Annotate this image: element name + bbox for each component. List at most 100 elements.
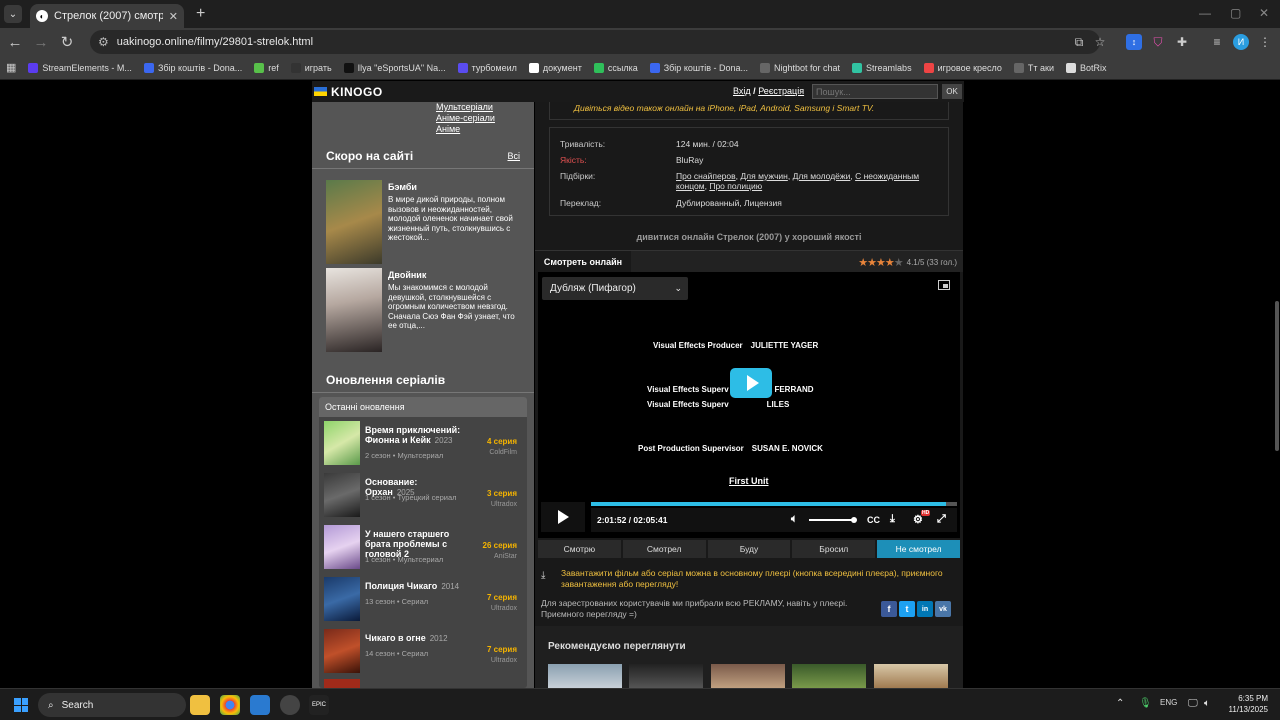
- captions-icon[interactable]: CC: [867, 515, 880, 525]
- series-name[interactable]: Полиция Чикаго 2014: [365, 581, 465, 592]
- category-link[interactable]: Аніме: [436, 124, 495, 135]
- close-tab-icon[interactable]: ✕: [169, 10, 178, 23]
- category-link[interactable]: Аніме-серіали: [436, 113, 495, 124]
- extensions-puzzle-icon[interactable]: ✚: [1174, 34, 1190, 50]
- video-player[interactable]: Дубляж (Пифагор) ⌄ Visual Effects Produce…: [538, 272, 960, 538]
- reload-icon[interactable]: ↻: [54, 33, 80, 51]
- media-control-icon[interactable]: ≡: [1209, 34, 1225, 50]
- bookmark-star-icon[interactable]: ☆: [1092, 34, 1108, 50]
- play-icon[interactable]: [541, 502, 585, 532]
- series-update-item[interactable]: У нашего старшего брата проблемы с голов…: [324, 525, 522, 571]
- rating-stars-icon[interactable]: ★★★★★: [858, 256, 903, 269]
- bookmark-item[interactable]: Тт аки: [1013, 62, 1054, 73]
- series-name[interactable]: Время приключений: Фионна и Кейк 2023: [365, 425, 465, 446]
- new-tab-icon[interactable]: +: [196, 5, 205, 23]
- bookmark-item[interactable]: Ilya "eSportsUA" Na...: [343, 62, 446, 73]
- page-scrollbar-thumb[interactable]: [1275, 301, 1279, 451]
- picture-in-picture-icon[interactable]: [938, 280, 950, 290]
- collection-link[interactable]: Про снайперов: [676, 171, 736, 181]
- recommend-thumbnail[interactable]: [711, 664, 785, 688]
- bookmark-item[interactable]: документ: [528, 62, 582, 73]
- site-search-input[interactable]: [812, 84, 938, 99]
- back-icon[interactable]: ←: [2, 34, 28, 51]
- bookmark-item[interactable]: ссылка: [593, 62, 638, 73]
- photos-icon[interactable]: [250, 695, 270, 715]
- status-tab-dropped[interactable]: Бросил: [792, 540, 876, 558]
- minimize-icon[interactable]: —: [1199, 6, 1211, 20]
- clock[interactable]: 6:35 PM 11/13/2025: [1224, 693, 1268, 715]
- address-bar[interactable]: ⚙ uakinogo.online/filmy/29801-strelok.ht…: [90, 30, 1100, 54]
- maximize-icon[interactable]: ▢: [1230, 6, 1241, 20]
- recommend-thumbnail[interactable]: [548, 664, 622, 688]
- extension-shield-icon[interactable]: ⛉: [1150, 34, 1166, 50]
- bookmark-item[interactable]: турбомеил: [457, 62, 517, 73]
- soon-item[interactable]: Двойник Мы знакомимся с молодой девушкой…: [326, 268, 526, 352]
- soon-all-link[interactable]: Всі: [507, 151, 520, 161]
- login-link[interactable]: Вхід: [733, 86, 751, 96]
- vk-icon[interactable]: vk: [935, 601, 951, 617]
- linkedin-icon[interactable]: in: [917, 601, 933, 617]
- recommend-thumbnail[interactable]: [629, 664, 703, 688]
- soon-item[interactable]: Бэмби В мире дикой природы, полном вызов…: [326, 180, 526, 264]
- series-name[interactable]: Чикаго в огне 2012: [365, 633, 465, 644]
- network-icon[interactable]: 🖵︎: [1188, 698, 1198, 709]
- download-icon[interactable]: ⤓: [890, 513, 895, 526]
- profile-avatar-icon[interactable]: И: [1233, 34, 1249, 50]
- recommend-thumbnail[interactable]: [874, 664, 948, 688]
- search-ok-button[interactable]: OK: [942, 84, 962, 99]
- settings-gear-icon[interactable]: ⚙ HD: [913, 510, 931, 526]
- big-play-button[interactable]: [730, 368, 772, 398]
- bookmark-item[interactable]: Nightbot for chat: [760, 62, 840, 73]
- apps-grid-icon[interactable]: ▦: [6, 61, 16, 74]
- facebook-icon[interactable]: f: [881, 601, 897, 617]
- tray-chevron-icon[interactable]: ⌃: [1116, 698, 1124, 709]
- app-icon[interactable]: [280, 695, 300, 715]
- volume-slider[interactable]: [809, 517, 857, 523]
- windows-start-icon[interactable]: [14, 698, 28, 712]
- recommend-thumbnail[interactable]: [792, 664, 866, 688]
- volume-icon[interactable]: 🔈︎: [791, 513, 798, 526]
- chrome-icon[interactable]: [220, 695, 240, 715]
- bookmark-item[interactable]: игровое кресло: [923, 62, 1002, 73]
- category-link[interactable]: Мультсеріали: [436, 102, 495, 113]
- register-link[interactable]: Реєстрація: [758, 86, 804, 96]
- taskbar-search[interactable]: ⌕ Search: [38, 693, 186, 717]
- collection-link[interactable]: Для мужчин: [740, 171, 787, 181]
- status-tab-not-watched[interactable]: Не смотрел: [877, 540, 960, 558]
- bookmark-item[interactable]: Збір коштів - Dona...: [143, 62, 242, 73]
- tab-watch-online[interactable]: Смотреть онлайн: [535, 251, 631, 273]
- browser-tab-active[interactable]: ◐ Стрелок (2007) смотреть онлайн ✕: [30, 4, 184, 28]
- fullscreen-icon[interactable]: ⤢: [937, 513, 946, 526]
- soon-item-title[interactable]: Бэмби: [388, 182, 417, 192]
- bookmark-item[interactable]: ref: [254, 62, 279, 73]
- series-update-item[interactable]: Основание: Орхан 2025 1 сезон • Турецкий …: [324, 473, 522, 519]
- microphone-icon[interactable]: 🎙︎: [1139, 698, 1152, 709]
- collection-link[interactable]: Для молодёжи: [793, 171, 851, 181]
- bookmark-item[interactable]: Збір коштів - Dona...: [649, 62, 748, 73]
- status-tab-watched[interactable]: Смотрел: [622, 540, 706, 558]
- series-update-item[interactable]: Чикаго в огне 2012 14 сезон • Сериал 7 се…: [324, 629, 522, 675]
- file-explorer-icon[interactable]: [190, 695, 210, 715]
- extension-translate-icon[interactable]: ↕: [1126, 34, 1142, 50]
- bookmark-item[interactable]: играть: [290, 62, 332, 73]
- site-info-icon[interactable]: ⚙: [98, 35, 109, 49]
- speaker-icon[interactable]: 🔈︎: [1204, 698, 1210, 709]
- site-logo[interactable]: KINOGO: [314, 85, 383, 99]
- updates-tab[interactable]: Останні оновлення: [319, 397, 527, 417]
- series-update-item[interactable]: Полиция Чикаго 2014 13 сезон • Сериал 7 с…: [324, 577, 522, 623]
- install-app-icon[interactable]: ⧉: [1071, 34, 1087, 50]
- forward-icon[interactable]: →: [28, 34, 54, 51]
- status-tab-will-watch[interactable]: Буду: [707, 540, 791, 558]
- twitter-icon[interactable]: t: [899, 601, 915, 617]
- bookmark-item[interactable]: StreamElements - M...: [28, 62, 132, 73]
- close-window-icon[interactable]: ✕: [1259, 6, 1269, 20]
- menu-kebab-icon[interactable]: ⋮: [1257, 34, 1273, 50]
- dub-select[interactable]: Дубляж (Пифагор) ⌄: [542, 277, 688, 300]
- soon-item-title[interactable]: Двойник: [388, 270, 426, 280]
- epic-games-icon[interactable]: EPIC: [309, 695, 329, 715]
- tab-list-chevron-icon[interactable]: ⌄: [4, 5, 22, 23]
- status-tab-watching[interactable]: Смотрю: [538, 540, 621, 558]
- progress-bar[interactable]: [591, 502, 957, 506]
- collection-link[interactable]: Про полицию: [709, 181, 762, 191]
- series-update-item[interactable]: Время приключений: Фионна и Кейк 2023 2 с…: [324, 421, 522, 467]
